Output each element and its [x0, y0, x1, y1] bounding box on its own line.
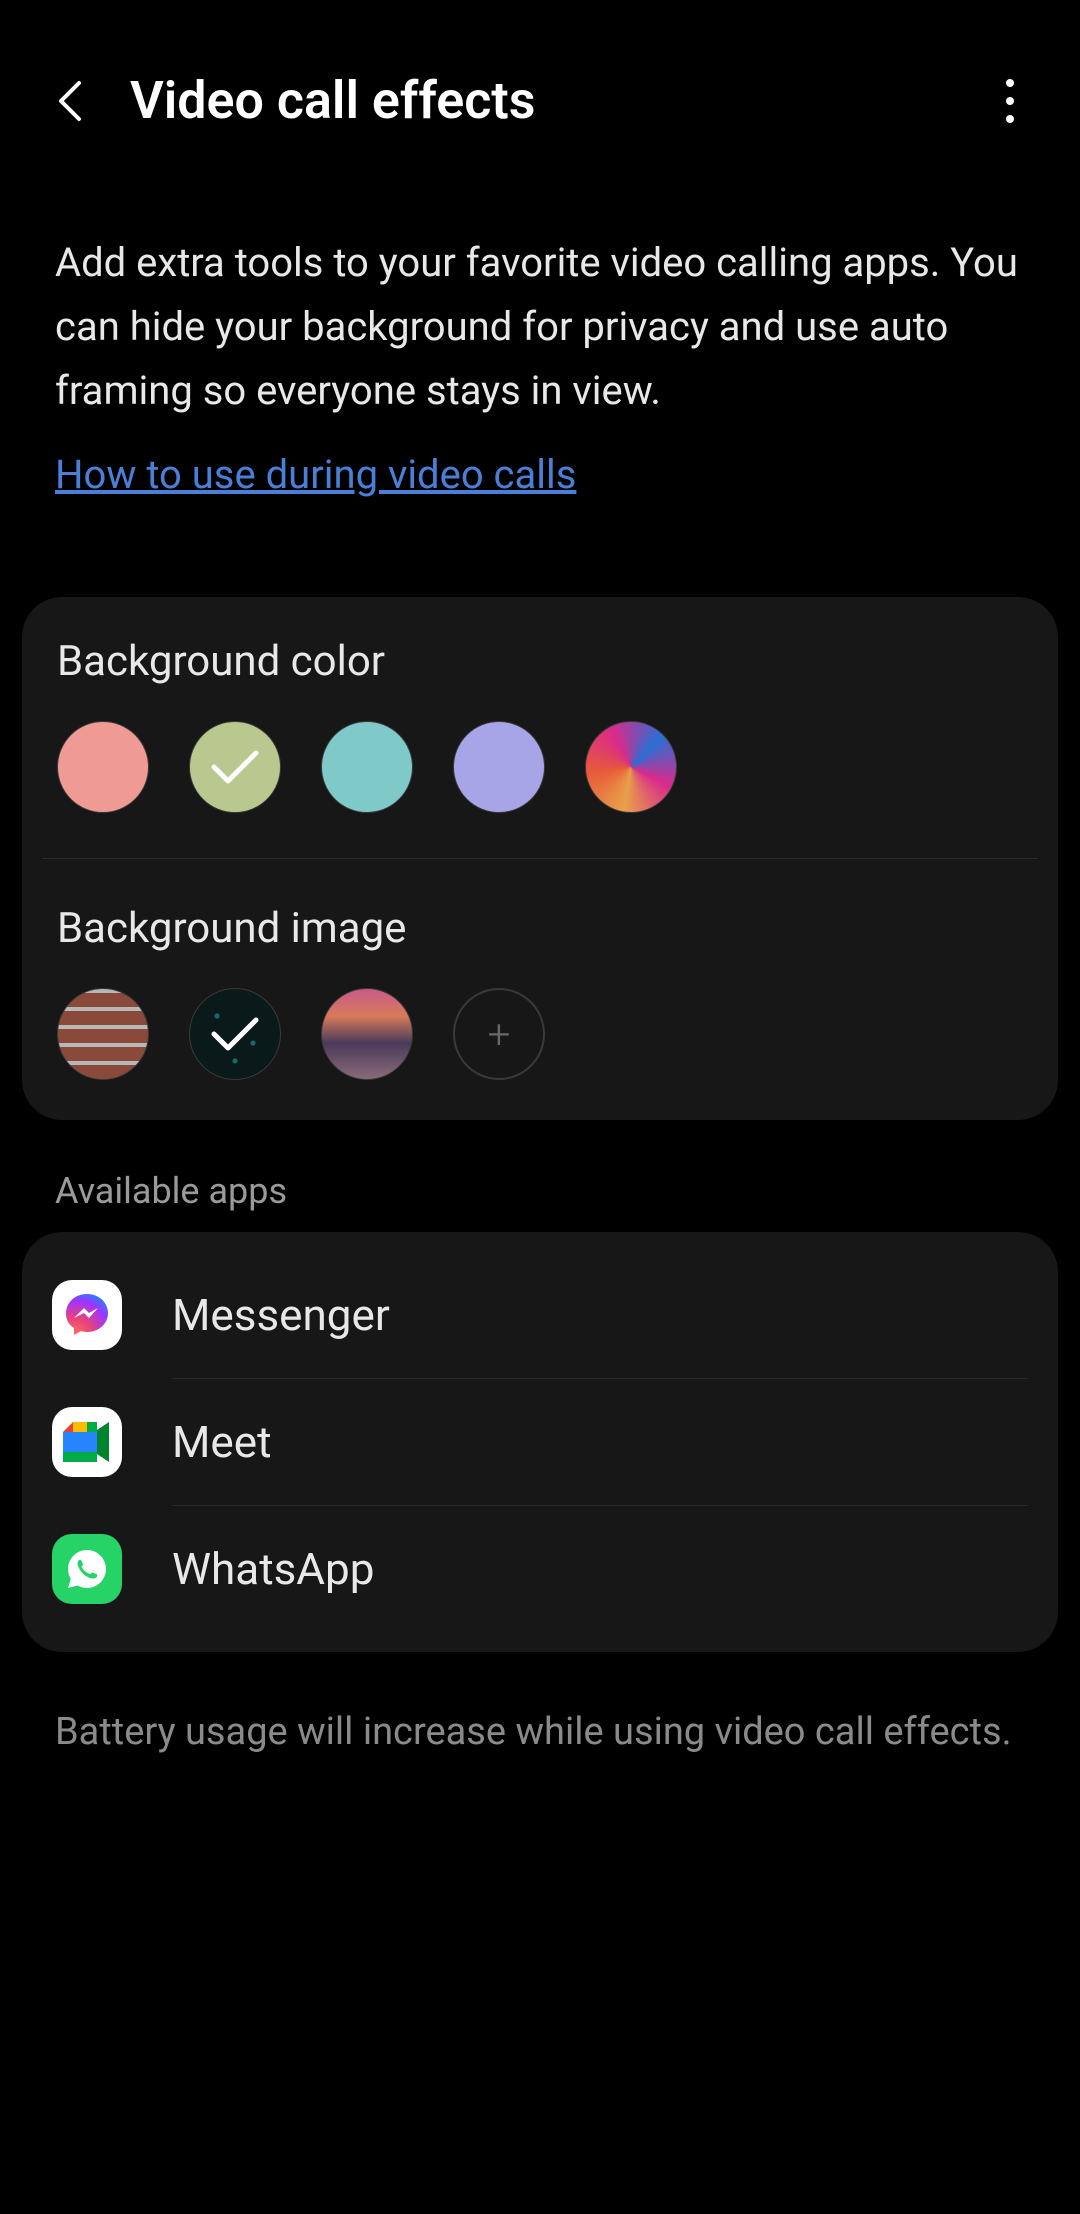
image-swatch-row: + [52, 988, 1028, 1080]
footer-note: Battery usage will increase while using … [0, 1652, 1080, 1813]
check-icon [208, 1014, 262, 1054]
app-row-whatsapp[interactable]: WhatsApp [52, 1506, 1028, 1632]
color-swatch-rainbow[interactable] [585, 721, 677, 813]
whatsapp-icon [52, 1534, 122, 1604]
check-icon [208, 747, 262, 787]
app-row-meet[interactable]: Meet [52, 1379, 1028, 1505]
how-to-use-link[interactable]: How to use during video calls [55, 443, 576, 507]
app-label: Meet [172, 1416, 271, 1468]
messenger-icon [52, 1280, 122, 1350]
background-image-title: Background image [52, 904, 1028, 953]
color-swatch-pink[interactable] [57, 721, 149, 813]
description-block: Add extra tools to your favorite video c… [0, 171, 1080, 537]
meet-icon [52, 1407, 122, 1477]
background-settings-card: Background color Background image + [22, 597, 1058, 1120]
background-color-title: Background color [52, 637, 1028, 686]
header: Video call effects [0, 0, 1080, 171]
more-dots-icon [1006, 79, 1014, 87]
page-title: Video call effects [130, 70, 990, 131]
app-row-messenger[interactable]: Messenger [52, 1252, 1028, 1378]
more-options-button[interactable] [990, 71, 1030, 131]
app-label: Messenger [172, 1289, 390, 1341]
image-swatch-sunset[interactable] [321, 988, 413, 1080]
color-swatch-green[interactable] [189, 721, 281, 813]
app-label: WhatsApp [172, 1543, 374, 1595]
plus-icon: + [488, 1011, 511, 1058]
color-swatch-row [52, 721, 1028, 813]
image-swatch-brick[interactable] [57, 988, 149, 1080]
add-image-button[interactable]: + [453, 988, 545, 1080]
back-button[interactable] [50, 81, 90, 121]
image-swatch-network[interactable] [189, 988, 281, 1080]
chevron-left-icon [55, 77, 85, 125]
color-swatch-purple[interactable] [453, 721, 545, 813]
available-apps-header: Available apps [0, 1120, 1080, 1232]
color-swatch-teal[interactable] [321, 721, 413, 813]
available-apps-card: Messenger Meet WhatsApp [22, 1232, 1058, 1652]
section-divider [42, 858, 1038, 859]
description-text: Add extra tools to your favorite video c… [55, 239, 1018, 414]
